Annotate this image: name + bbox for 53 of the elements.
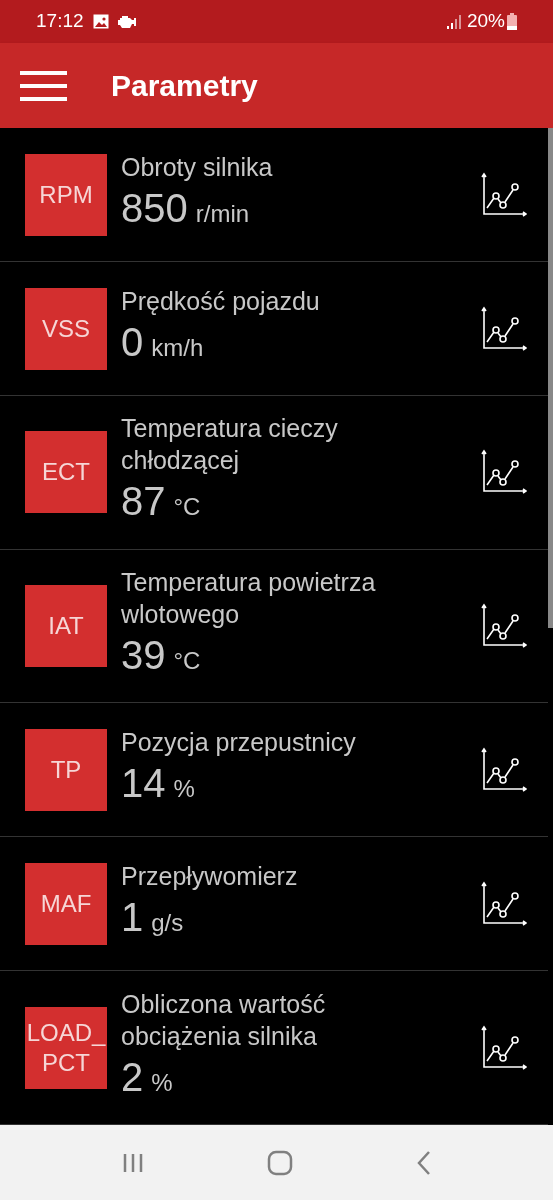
parameter-name: Przepływomierz (121, 860, 299, 892)
parameter-name: Obliczona wartość obciążenia silnika (121, 988, 327, 1052)
image-icon (92, 14, 109, 29)
parameter-value: 2 (121, 1053, 144, 1101)
parameter-badge: IAT (25, 585, 107, 667)
parameter-row[interactable]: TP Pozycja przepustnicy 14 % (0, 703, 548, 838)
engine-icon (116, 14, 137, 29)
parameter-name: Prędkość pojazdu (121, 285, 321, 317)
screen-title: Parametry (111, 68, 258, 104)
chart-icon[interactable] (481, 171, 527, 218)
parameter-value: 87 (121, 478, 166, 526)
parameter-badge: LOAD_PCT (25, 1006, 107, 1089)
parameter-unit: km/h (151, 332, 204, 363)
parameter-name: Obroty silnika (121, 151, 274, 183)
parameter-badge: MAF (25, 862, 107, 945)
battery-percent: 20% (466, 9, 505, 34)
parameter-unit: % (173, 773, 195, 804)
parameter-badge: ECT (25, 431, 107, 514)
chart-icon[interactable] (481, 603, 527, 649)
parameter-value: 0 (121, 318, 144, 366)
battery-icon (507, 13, 517, 30)
parameter-badge: VSS (25, 287, 107, 370)
chart-icon[interactable] (481, 449, 527, 496)
parameter-value: 14 (121, 759, 166, 807)
chart-icon[interactable] (481, 1024, 527, 1071)
parameter-row[interactable]: IAT Temperatura powietrza wlotowego 39 °C (0, 549, 548, 704)
chart-icon[interactable] (481, 746, 527, 793)
parameter-name: Temperatura cieczy chłodzącej (121, 413, 339, 477)
parameter-value: 850 (121, 184, 188, 232)
parameter-badge: RPM (25, 153, 107, 236)
recent-apps-icon[interactable] (121, 1151, 144, 1174)
parameter-unit: % (151, 1067, 173, 1098)
clock: 17:12 (36, 9, 84, 34)
parameter-row[interactable]: RPM Obroty silnika 850 r/min (0, 128, 548, 262)
parameter-unit: g/s (151, 907, 184, 938)
parameter-row[interactable]: MAF Przepływomierz 1 g/s (0, 837, 548, 972)
home-icon[interactable] (266, 1149, 293, 1176)
parameter-name: Pozycja przepustnicy (121, 726, 357, 758)
signal-icon (446, 14, 461, 29)
menu-button[interactable] (20, 70, 67, 101)
parameter-unit: r/min (195, 198, 250, 229)
parameter-value: 39 (121, 632, 166, 679)
parameter-row[interactable]: ECT Temperatura cieczy chłodzącej 87 °C (0, 396, 548, 550)
parameter-name: Temperatura powietrza wlotowego (121, 567, 377, 630)
parameter-row[interactable]: LOAD_PCT Obliczona wartość obciążenia silnika 2 % (0, 971, 548, 1125)
parameter-value: 1 (121, 893, 144, 941)
chart-icon[interactable] (481, 305, 527, 352)
chart-icon[interactable] (481, 880, 527, 927)
parameter-badge: TP (25, 728, 107, 811)
parameter-unit: °C (173, 646, 201, 676)
parameter-row[interactable]: VSS Prędkość pojazdu 0 km/h (0, 262, 548, 396)
back-icon[interactable] (415, 1149, 432, 1176)
parameter-unit: °C (173, 492, 201, 523)
